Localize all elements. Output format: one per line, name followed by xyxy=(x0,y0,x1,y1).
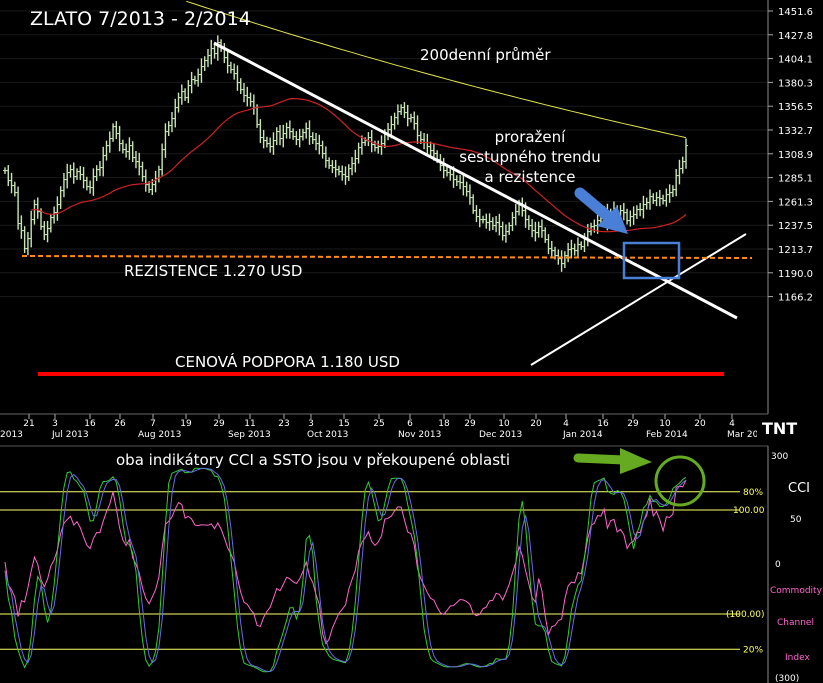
date-tick-month: Feb 2014 xyxy=(646,430,688,440)
price-tick-label: 1451.6 xyxy=(778,7,813,18)
tnt-logo: TNT xyxy=(757,419,823,438)
price-tick-label: 1332.7 xyxy=(778,126,813,137)
cci-name-2: Channel xyxy=(777,618,814,628)
breakout-label-2: sestupného trendu xyxy=(459,148,600,166)
date-tick-month: Oct 2013 xyxy=(307,430,348,440)
price-tick-label: 1190.0 xyxy=(778,269,813,280)
oscillator-label: oba indikátory CCI a SSTO jsou v překoup… xyxy=(116,451,510,469)
date-tick-day: 15 xyxy=(338,419,349,429)
date-tick-day: 19 xyxy=(180,419,192,429)
date-tick-month: Dec 2013 xyxy=(479,430,522,440)
date-tick-day: 16 xyxy=(84,419,96,429)
date-tick-day: 29 xyxy=(464,419,476,429)
date-tick-day: 20 xyxy=(694,419,706,429)
price-tick-label: 1213.7 xyxy=(778,245,813,256)
chart-title: ZLATO 7/2013 - 2/2014 xyxy=(30,8,251,30)
date-tick-day: 21 xyxy=(23,419,34,429)
resistance-label: REZISTENCE 1.270 USD xyxy=(124,262,302,280)
cci-tick-50: 50 xyxy=(790,515,802,525)
date-tick-month: Jan 2014 xyxy=(562,430,603,440)
date-tick-day: 10 xyxy=(498,419,510,429)
date-tick-day: 6 xyxy=(407,419,413,429)
price-tick-label: 1237.5 xyxy=(778,221,813,232)
date-tick-month: Aug 2013 xyxy=(138,430,181,440)
date-tick-month: Nov 2013 xyxy=(398,430,441,440)
price-tick-label: 1308.9 xyxy=(778,150,813,161)
price-tick-label: 1356.5 xyxy=(778,102,813,113)
date-tick-day: 3 xyxy=(52,419,58,429)
date-tick-day: 7 xyxy=(150,419,156,429)
date-axis: 21 3 16 26 7 19 29 11 23 3 15 25 6 18 29 10 20 4 16 29 10 20 4… xyxy=(0,413,823,444)
price-tick-label: 1261.3 xyxy=(778,197,813,208)
indicator-level-label: 80% xyxy=(743,488,763,498)
price-tick-label: 1285.1 xyxy=(778,174,813,185)
cci-tick-300: 300 xyxy=(771,452,788,462)
date-tick-day: 11 xyxy=(244,419,255,429)
date-tick-day: 20 xyxy=(530,419,542,429)
indicator-level-label: (100.00) xyxy=(726,610,765,620)
date-tick-day: 4 xyxy=(563,419,569,429)
date-tick-day: 4 xyxy=(729,419,735,429)
date-tick-day: 26 xyxy=(114,419,126,429)
indicator-level-label: 100.00 xyxy=(733,506,765,516)
date-tick-month: Sep 2013 xyxy=(228,430,271,440)
cci-name-1: Commodity xyxy=(770,586,823,596)
date-tick-day: 25 xyxy=(373,419,384,429)
ma200-label: 200denní průměr xyxy=(420,46,551,64)
gold-chart: ZLATO 7/2013 - 2/2014 200denní průměr pr… xyxy=(0,0,823,683)
date-tick-month: 2013 xyxy=(0,430,23,440)
date-tick-day: 3 xyxy=(308,419,314,429)
date-tick-day: 29 xyxy=(213,419,225,429)
breakout-label-1: proražení xyxy=(495,128,567,146)
date-tick-day: 29 xyxy=(627,419,639,429)
date-tick-month: Jul 2013 xyxy=(51,430,89,440)
price-tick-label: 1404.1 xyxy=(778,55,813,66)
cci-label: CCI xyxy=(788,481,810,496)
price-tick-label: 1380.3 xyxy=(778,78,813,89)
price-tick-label: 1427.8 xyxy=(778,31,813,42)
date-tick-day: 16 xyxy=(597,419,609,429)
support-label: CENOVÁ PODPORA 1.180 USD xyxy=(175,352,400,371)
price-tick-label: 1166.2 xyxy=(778,293,813,304)
svg-text:TNT: TNT xyxy=(762,419,797,438)
breakout-label-3: a rezistence xyxy=(485,168,576,186)
cci-tick-0: 0 xyxy=(775,560,781,570)
date-tick-day: 18 xyxy=(438,419,450,429)
indicator-level-label: 20% xyxy=(743,645,763,655)
date-tick-day: 23 xyxy=(278,419,289,429)
cci-name-3: Index xyxy=(785,653,810,663)
date-tick-day: 10 xyxy=(659,419,671,429)
cci-tick-m300: (300) xyxy=(775,674,799,683)
